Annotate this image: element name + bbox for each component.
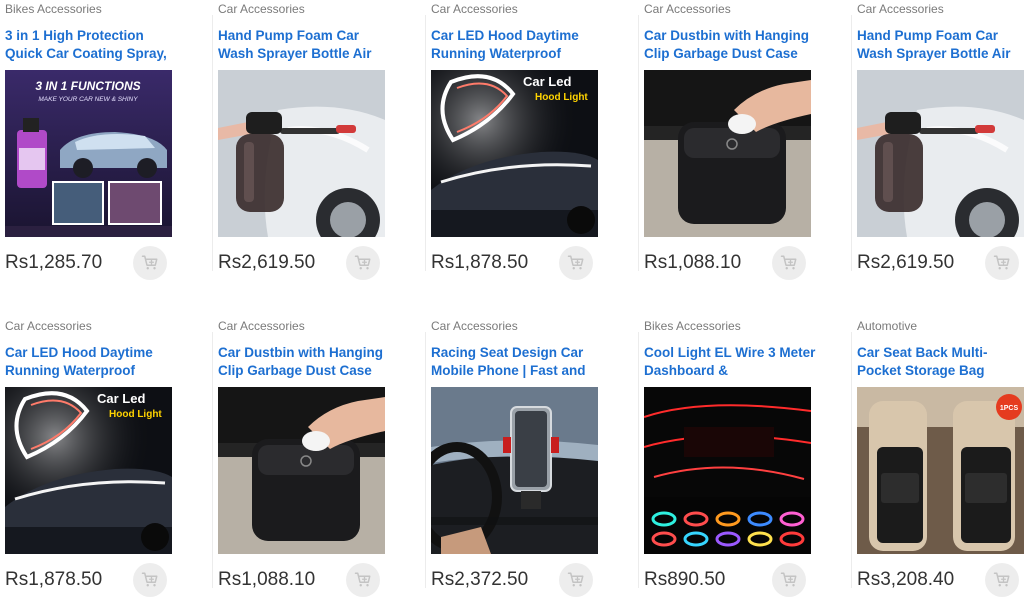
add-to-cart-icon [780,572,797,587]
add-to-cart-icon [567,255,584,270]
product-card[interactable]: Car Accessories Car LED Hood Daytime Run… [426,1,639,301]
product-image-art: 3 IN 1 FUNCTIONS MAKE YOUR CAR NEW & SHI… [5,70,172,237]
product-image[interactable] [431,387,598,554]
product-category[interactable]: Car Accessories [218,2,305,16]
product-image-art [644,387,811,554]
product-image[interactable]: 3 IN 1 FUNCTIONS MAKE YOUR CAR NEW & SHI… [5,70,172,237]
product-category[interactable]: Bikes Accessories [644,319,741,333]
product-title[interactable]: Hand Pump Foam Car Wash Sprayer Bottle A… [857,27,1024,63]
product-title[interactable]: Racing Seat Design Car Mobile Phone | Fa… [431,344,603,380]
product-card[interactable]: Car Accessories Car Dustbin with Hanging… [213,318,426,603]
add-to-cart-icon [141,255,158,270]
image-badge-text: 1PCS [1000,405,1019,412]
product-category[interactable]: Car Accessories [431,2,518,16]
product-card[interactable]: Car Accessories Hand Pump Foam Car Wash … [852,1,1024,301]
product-price: Rs2,372.50 [431,569,529,590]
product-title[interactable]: Car Dustbin with Hanging Clip Garbage Du… [218,344,390,380]
product-image[interactable] [644,387,811,554]
add-to-cart-button[interactable] [559,563,593,597]
add-to-cart-icon [567,572,584,587]
image-overlay-text: Car Led [97,391,145,406]
image-overlay-text: Hood Light [109,409,162,420]
product-card[interactable]: Car Accessories Car Dustbin with Hanging… [639,1,852,301]
product-price: Rs3,208.40 [857,569,955,590]
add-to-cart-button[interactable] [985,246,1019,280]
product-price: Rs1,878.50 [431,252,529,273]
product-image-art [218,387,385,554]
product-grid: Bikes Accessories 3 in 1 High Protection… [0,0,1024,603]
image-overlay-text: Hood Light [535,92,588,103]
product-title[interactable]: Car LED Hood Daytime Running Waterproof [431,27,603,63]
product-price: Rs1,878.50 [5,569,103,590]
product-category[interactable]: Car Accessories [644,2,731,16]
product-title[interactable]: Car Seat Back Multi-Pocket Storage Bag [857,344,1024,380]
add-to-cart-icon [354,572,371,587]
add-to-cart-button[interactable] [133,246,167,280]
product-image-art: Car Led Hood Light [431,70,598,237]
add-to-cart-icon [354,255,371,270]
product-image-art [431,387,598,554]
product-price: Rs890.50 [644,569,726,590]
product-price: Rs1,088.10 [644,252,742,273]
product-card[interactable]: Car Accessories Racing Seat Design Car M… [426,318,639,603]
product-card[interactable]: Car Accessories Hand Pump Foam Car Wash … [213,1,426,301]
add-to-cart-button[interactable] [346,563,380,597]
product-category[interactable]: Automotive [857,319,917,333]
image-overlay-text: Car Led [523,74,571,89]
product-image-art: Car Led Hood Light [5,387,172,554]
product-category[interactable]: Car Accessories [431,319,518,333]
product-image[interactable] [644,70,811,237]
product-price: Rs2,619.50 [857,252,955,273]
product-image[interactable] [218,70,385,237]
add-to-cart-button[interactable] [772,563,806,597]
product-image-art [644,70,811,237]
product-title[interactable]: 3 in 1 High Protection Quick Car Coating… [5,27,177,63]
product-image-art [218,70,385,237]
image-subtitle-text: MAKE YOUR CAR NEW & SHINY [38,96,138,103]
product-card[interactable]: Bikes Accessories Cool Light EL Wire 3 M… [639,318,852,603]
add-to-cart-icon [993,572,1010,587]
product-image[interactable]: 1PCS [857,387,1024,554]
add-to-cart-icon [993,255,1010,270]
add-to-cart-button[interactable] [559,246,593,280]
product-price: Rs2,619.50 [218,252,316,273]
product-image[interactable] [218,387,385,554]
product-image-art: 1PCS [857,387,1024,554]
product-image-art [857,70,1024,237]
product-card[interactable]: Car Accessories Car LED Hood Daytime Run… [0,318,213,603]
product-price: Rs1,088.10 [218,569,316,590]
product-category[interactable]: Car Accessories [5,319,92,333]
product-category[interactable]: Car Accessories [857,2,944,16]
add-to-cart-button[interactable] [772,246,806,280]
add-to-cart-button[interactable] [133,563,167,597]
product-image[interactable]: Car Led Hood Light [431,70,598,237]
product-image[interactable] [857,70,1024,237]
image-banner-text: 3 IN 1 FUNCTIONS [35,79,140,93]
product-title[interactable]: Car LED Hood Daytime Running Waterproof [5,344,177,380]
product-category[interactable]: Car Accessories [218,319,305,333]
add-to-cart-icon [141,572,158,587]
product-image[interactable]: Car Led Hood Light [5,387,172,554]
add-to-cart-button[interactable] [346,246,380,280]
add-to-cart-icon [780,255,797,270]
product-card[interactable]: Automotive Car Seat Back Multi-Pocket St… [852,318,1024,603]
product-card[interactable]: Bikes Accessories 3 in 1 High Protection… [0,1,213,301]
product-title[interactable]: Cool Light EL Wire 3 Meter Dashboard & [644,344,816,380]
product-title[interactable]: Hand Pump Foam Car Wash Sprayer Bottle A… [218,27,390,63]
product-title[interactable]: Car Dustbin with Hanging Clip Garbage Du… [644,27,816,63]
add-to-cart-button[interactable] [985,563,1019,597]
product-price: Rs1,285.70 [5,252,103,273]
product-category[interactable]: Bikes Accessories [5,2,102,16]
